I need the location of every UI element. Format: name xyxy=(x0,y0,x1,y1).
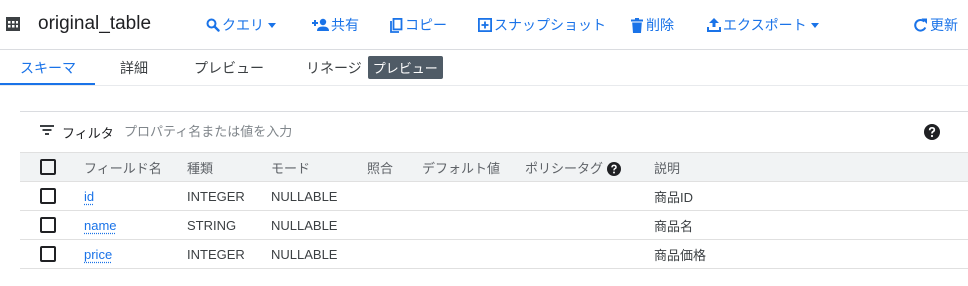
tab-details-label: 詳細 xyxy=(120,59,148,76)
field-default xyxy=(422,239,525,269)
chevron-down-icon xyxy=(810,22,819,28)
tab-preview[interactable]: プレビュー xyxy=(194,50,264,85)
column-header: 照合 xyxy=(367,152,422,182)
chevron-down-icon xyxy=(268,22,276,28)
query-button[interactable]: クエリ xyxy=(206,15,278,35)
filter-input[interactable] xyxy=(124,120,884,142)
select-all-cell xyxy=(20,152,84,182)
delete-label: 削除 xyxy=(646,17,674,33)
table-header-row: フィールド名 種類 モード 照合 デフォルト値 ポリシータグ 説明 xyxy=(20,152,968,182)
column-header: フィールド名 xyxy=(84,152,187,182)
tab-schema[interactable]: スキーマ xyxy=(20,50,76,85)
snapshot-button[interactable]: スナップショット xyxy=(478,15,606,35)
copy-button[interactable]: コピー xyxy=(389,15,447,35)
copy-icon xyxy=(390,17,403,33)
field-mode: NULLABLE xyxy=(271,181,367,211)
row-select-cell xyxy=(20,210,84,240)
field-default xyxy=(422,210,525,240)
refresh-button[interactable]: 更新 xyxy=(913,15,958,35)
column-header: モード xyxy=(271,152,367,182)
field-name-link[interactable]: id xyxy=(84,189,94,204)
share-label: 共有 xyxy=(331,17,359,33)
field-policy-tag xyxy=(525,239,654,269)
table-row: id INTEGER NULLABLE 商品ID xyxy=(20,181,968,211)
tab-details[interactable]: 詳細 xyxy=(120,50,148,85)
table-row: name STRING NULLABLE 商品名 xyxy=(20,210,968,240)
column-header: デフォルト値 xyxy=(422,152,525,182)
column-header: 種類 xyxy=(187,152,271,182)
person-add-icon xyxy=(312,18,329,31)
table-row: price INTEGER NULLABLE 商品価格 xyxy=(20,239,968,269)
copy-label: コピー xyxy=(405,17,447,33)
field-policy-tag xyxy=(525,210,654,240)
filter-label: フィルタ xyxy=(62,126,114,141)
export-label: エクスポート xyxy=(723,17,807,33)
add-box-icon xyxy=(478,18,492,32)
field-name-cell: name xyxy=(84,210,187,240)
field-type: INTEGER xyxy=(187,239,271,269)
field-mode: NULLABLE xyxy=(271,210,367,240)
search-icon xyxy=(206,18,220,32)
divider xyxy=(0,85,968,86)
refresh-icon xyxy=(914,18,927,32)
query-label: クエリ xyxy=(222,17,264,33)
field-name-link[interactable]: price xyxy=(84,247,112,262)
trash-icon xyxy=(631,17,643,33)
field-description: 商品ID xyxy=(654,181,968,211)
snapshot-label: スナップショット xyxy=(494,17,606,33)
export-button[interactable]: エクスポート xyxy=(707,15,821,35)
field-description: 商品価格 xyxy=(654,239,968,269)
field-name-cell: price xyxy=(84,239,187,269)
row-select-cell xyxy=(20,181,84,211)
field-collation xyxy=(367,181,422,211)
tab-preview-label: プレビュー xyxy=(194,59,264,76)
help-icon[interactable] xyxy=(607,162,622,177)
column-header: 説明 xyxy=(654,152,968,182)
tab-schema-label: スキーマ xyxy=(20,59,76,76)
field-type: STRING xyxy=(187,210,271,240)
preview-badge: プレビュー xyxy=(367,56,443,79)
field-default xyxy=(422,181,525,211)
help-icon[interactable] xyxy=(924,124,940,140)
refresh-label: 更新 xyxy=(930,17,958,33)
row-checkbox[interactable] xyxy=(40,246,56,263)
tab-lineage-label: リネージ xyxy=(306,59,362,76)
field-collation xyxy=(367,239,422,269)
field-description: 商品名 xyxy=(654,210,968,240)
table-icon xyxy=(6,17,20,31)
field-mode: NULLABLE xyxy=(271,239,367,269)
row-checkbox[interactable] xyxy=(40,188,56,205)
row-checkbox[interactable] xyxy=(40,217,56,234)
select-all-checkbox[interactable] xyxy=(40,159,56,176)
row-select-cell xyxy=(20,239,84,269)
delete-button[interactable]: 削除 xyxy=(630,15,674,35)
share-button[interactable]: 共有 xyxy=(311,15,359,35)
field-type: INTEGER xyxy=(187,181,271,211)
page-title: original_table xyxy=(38,13,152,34)
column-header-label: ポリシータグ xyxy=(525,160,604,176)
divider xyxy=(20,111,968,112)
column-header-policy: ポリシータグ xyxy=(525,152,654,182)
field-policy-tag xyxy=(525,181,654,211)
field-name-link[interactable]: name xyxy=(84,218,117,233)
tab-lineage[interactable]: リネージ プレビュー xyxy=(306,50,443,85)
schema-table: フィールド名 種類 モード 照合 デフォルト値 ポリシータグ 説明 id INT… xyxy=(20,152,968,269)
toolbar: original_table クエリ 共有 コピー スナップショット 削除 エク… xyxy=(0,0,968,49)
field-collation xyxy=(367,210,422,240)
field-name-cell: id xyxy=(84,181,187,211)
upload-icon xyxy=(707,18,721,32)
filter-icon xyxy=(40,125,54,135)
